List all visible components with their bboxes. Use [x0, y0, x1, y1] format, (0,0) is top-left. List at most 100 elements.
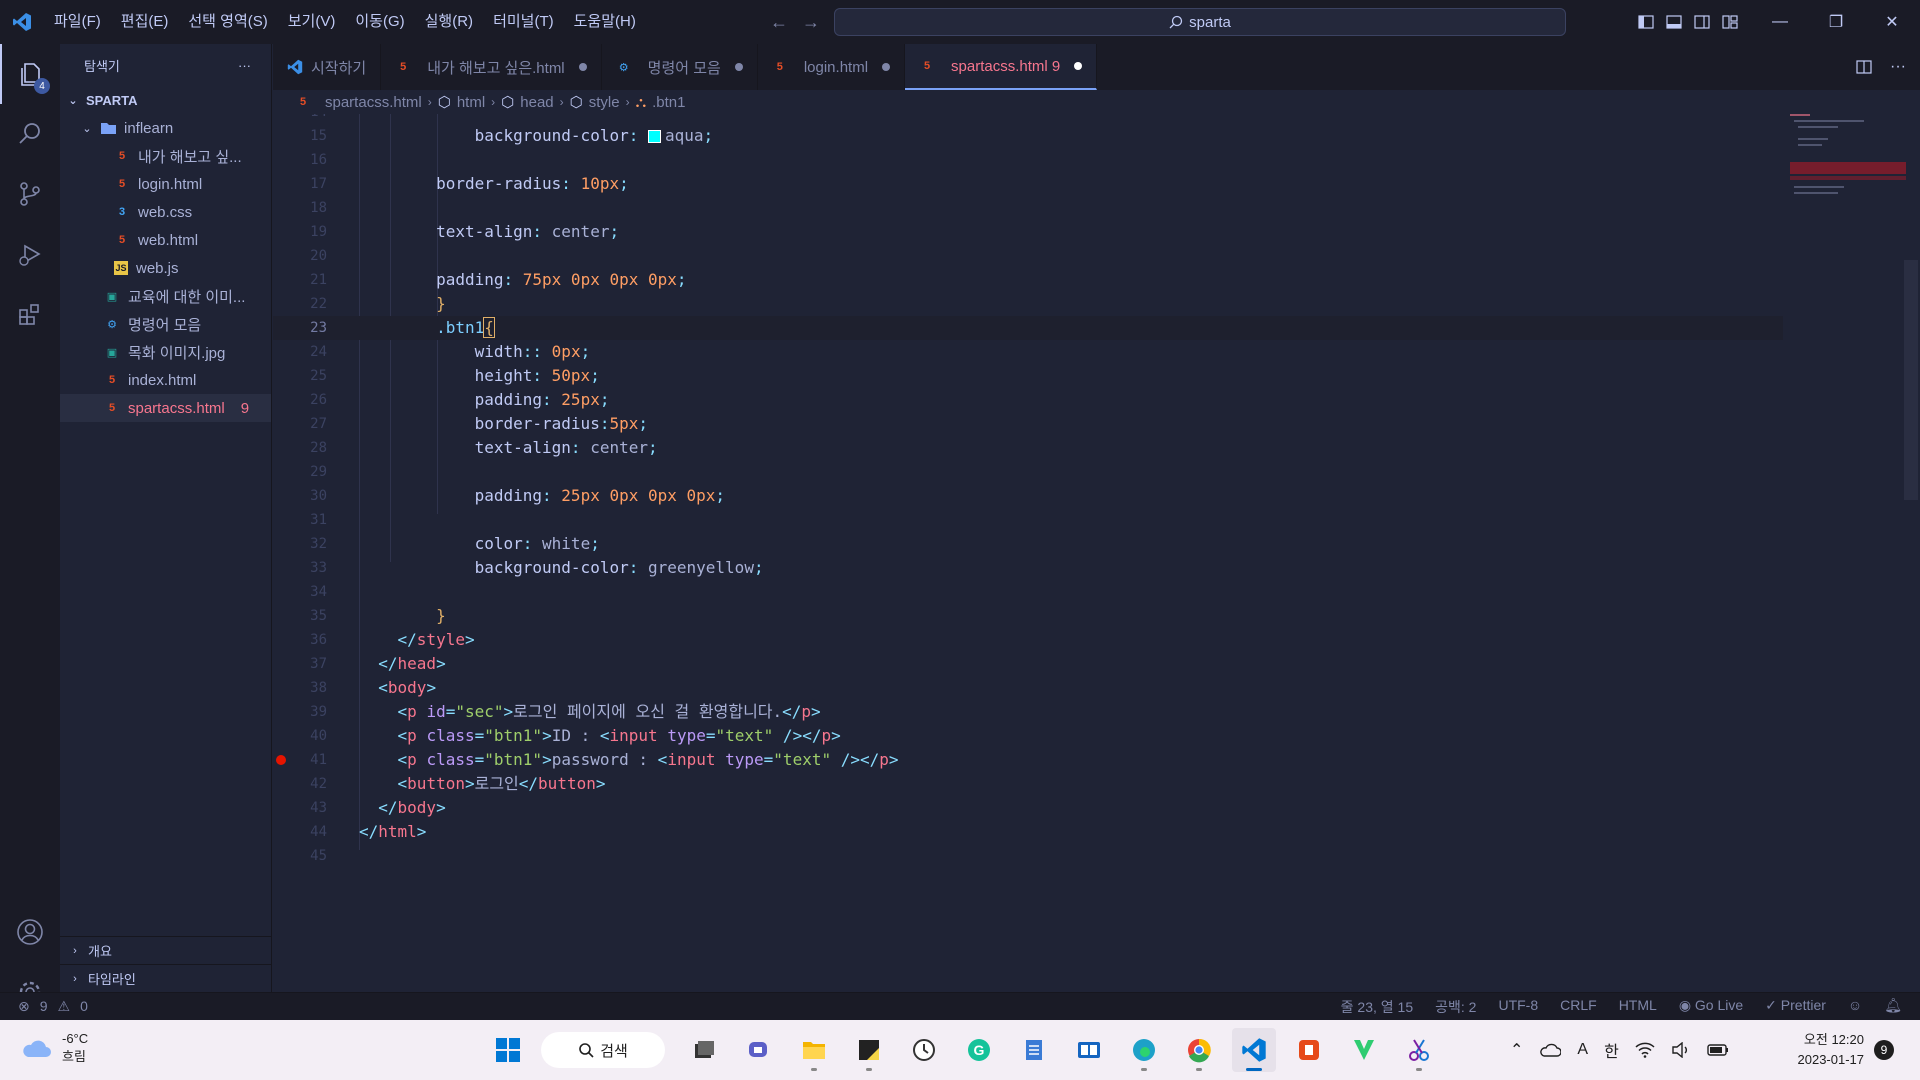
show-hidden-icons-chevron-up-icon[interactable]: ⌃ [1510, 1040, 1523, 1060]
more-actions-icon[interactable]: ··· [238, 58, 251, 73]
file-item[interactable]: ⚙ 명령어 모음 [60, 310, 271, 338]
start-button[interactable] [486, 1028, 530, 1072]
breadcrumb-item[interactable]: spartacss.html [325, 94, 422, 111]
file-item[interactable]: 3 web.css [60, 198, 271, 226]
notification-badge[interactable]: 9 [1874, 1040, 1894, 1060]
toggle-panel-icon[interactable] [1666, 14, 1682, 30]
unsaved-dot-icon[interactable] [1074, 62, 1083, 70]
file-item[interactable]: 5 web.html [60, 226, 271, 254]
line-number: 41 [310, 752, 327, 768]
close-icon[interactable]: ✕ [1864, 0, 1920, 44]
split-editor-icon[interactable] [1856, 59, 1872, 75]
office-app-icon[interactable] [1287, 1028, 1331, 1072]
extensions-icon[interactable] [0, 284, 60, 344]
file-item[interactable]: 5 내가 해보고 싶... [60, 142, 271, 170]
unsaved-dot-icon[interactable] [578, 63, 587, 71]
explorer-icon[interactable]: 4 [0, 44, 60, 104]
file-item[interactable]: ▣ 목화 이미지.jpg [60, 338, 271, 366]
file-item[interactable]: JS web.js [60, 254, 271, 282]
file-item[interactable]: 5 index.html [60, 366, 271, 394]
chat-icon[interactable] [737, 1028, 781, 1072]
timeline-section[interactable]: › 타임라인 [60, 964, 272, 992]
file-item-selected[interactable]: 5 spartacss.html 9 [60, 394, 271, 422]
taskbar-clock[interactable]: 오전 12:20 2023-01-17 [1780, 1030, 1865, 1070]
workspace-root[interactable]: ⌄ SPARTA [60, 86, 271, 114]
file-item[interactable]: 5 login.html [60, 170, 271, 198]
go-live-button[interactable]: ◉ Go Live [1679, 997, 1743, 1017]
snipping-tool-icon[interactable] [1397, 1028, 1441, 1072]
minimize-icon[interactable]: — [1752, 0, 1808, 44]
menu-run[interactable]: 실행(R) [415, 0, 483, 44]
menu-go[interactable]: 이동(G) [345, 0, 414, 44]
problems-status[interactable]: ⊗ 9 ⚠ 0 [18, 998, 88, 1015]
breadcrumb-item[interactable]: html [457, 94, 485, 111]
chrome-browser-icon[interactable] [1177, 1028, 1221, 1072]
back-arrow-icon[interactable]: ← [770, 12, 788, 33]
vscode-taskbar-icon[interactable] [1232, 1028, 1276, 1072]
indentation[interactable]: 공백: 2 [1435, 997, 1476, 1017]
toggle-primary-sidebar-icon[interactable] [1638, 14, 1654, 30]
more-actions-icon[interactable]: ··· [1890, 58, 1906, 76]
toggle-secondary-sidebar-icon[interactable] [1694, 14, 1710, 30]
forward-arrow-icon[interactable]: → [802, 12, 820, 33]
file-item[interactable]: ▣ 교육에 대한 이미... [60, 282, 271, 310]
unsaved-dot-icon[interactable] [734, 63, 743, 71]
encoding[interactable]: UTF-8 [1498, 997, 1538, 1017]
sticky-notes-icon[interactable] [847, 1028, 891, 1072]
kakao-vaccine-icon[interactable] [1342, 1028, 1386, 1072]
html-file-icon: 5 [299, 96, 307, 108]
weather-widget[interactable]: -6°C 흐림 [20, 1030, 88, 1066]
run-debug-icon[interactable] [0, 224, 60, 284]
tab-active[interactable]: 5 spartacss.html 9 [905, 44, 1098, 90]
breadcrumb-item[interactable]: style [589, 94, 620, 111]
folder-inflearn[interactable]: ⌄ inflearn [60, 114, 271, 142]
prettier-button[interactable]: ✓ Prettier [1765, 997, 1826, 1017]
taskbar-search[interactable]: 검색 [541, 1032, 665, 1068]
cursor-position[interactable]: 줄 23, 열 15 [1341, 997, 1413, 1017]
menu-selection[interactable]: 선택 영역(S) [178, 0, 277, 44]
minimap[interactable] [1790, 114, 1910, 214]
menu-terminal[interactable]: 터미널(T) [483, 0, 564, 44]
tab-file[interactable]: 5 login.html [758, 44, 906, 90]
notifications-bell-icon[interactable]: 🔔︎ [1884, 997, 1902, 1017]
clock-app-icon[interactable] [902, 1028, 946, 1072]
element-icon: ⬡ [569, 94, 583, 111]
customize-layout-icon[interactable] [1722, 14, 1738, 30]
wifi-icon[interactable] [1635, 1042, 1655, 1058]
onedrive-cloud-icon[interactable] [1539, 1043, 1562, 1057]
code-editor[interactable]: 14 15 background-color: aqua; 16 17 bord… [273, 114, 1920, 992]
restore-icon[interactable]: ❐ [1808, 0, 1864, 44]
battery-icon[interactable] [1707, 1043, 1729, 1057]
unsaved-dot-icon[interactable] [882, 63, 891, 71]
code-line: 35 } [273, 604, 1783, 628]
end-of-line[interactable]: CRLF [1560, 997, 1597, 1017]
tab-welcome[interactable]: 시작하기 [273, 44, 382, 90]
tab-file[interactable]: 5 내가 해보고 싶은.html [381, 44, 602, 90]
input-mode-a[interactable]: A [1577, 1041, 1588, 1059]
source-control-icon[interactable] [0, 164, 60, 224]
reader-app-icon[interactable] [1067, 1028, 1111, 1072]
tab-file[interactable]: ⚙ 명령어 모음 [602, 44, 758, 90]
folder-open-icon [101, 123, 116, 134]
menu-view[interactable]: 보기(V) [278, 0, 346, 44]
menu-help[interactable]: 도움말(H) [564, 0, 646, 44]
input-mode-korean[interactable]: 한 [1604, 1038, 1619, 1062]
menu-file[interactable]: 파일(F) [44, 0, 111, 44]
menu-edit[interactable]: 편집(E) [111, 0, 179, 44]
language-mode[interactable]: HTML [1619, 997, 1657, 1017]
breadcrumb-item[interactable]: .btn1 [652, 94, 685, 111]
edge-browser-icon[interactable] [1122, 1028, 1166, 1072]
task-view-icon[interactable] [682, 1028, 726, 1072]
notepad-icon[interactable] [1012, 1028, 1056, 1072]
account-icon[interactable] [0, 902, 60, 962]
grammarly-icon[interactable]: G [957, 1028, 1001, 1072]
volume-icon[interactable] [1671, 1042, 1691, 1058]
search-view-icon[interactable] [0, 104, 60, 164]
command-center-search[interactable]: sparta [834, 8, 1566, 36]
outline-section[interactable]: › 개요 [60, 936, 272, 964]
breadcrumb-item[interactable]: head [520, 94, 553, 111]
file-explorer-icon[interactable] [792, 1028, 836, 1072]
color-swatch-icon[interactable] [647, 130, 661, 143]
feedback-icon[interactable]: ☺ [1848, 997, 1862, 1017]
editor-scrollbar[interactable] [1904, 260, 1918, 500]
